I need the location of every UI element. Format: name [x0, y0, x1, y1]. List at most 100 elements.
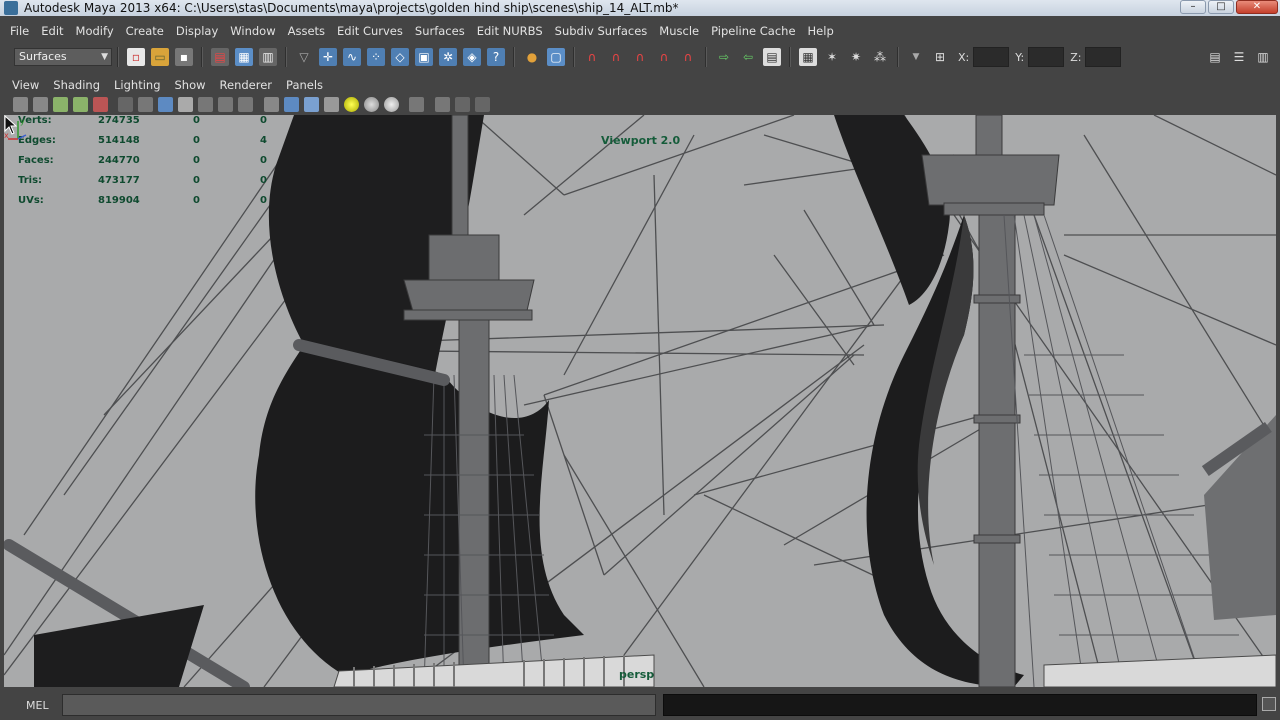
open-scene-icon[interactable]: ▭ [151, 48, 169, 66]
wireframe-icon[interactable] [263, 96, 279, 112]
new-scene-icon[interactable]: ▫ [127, 48, 145, 66]
menu-edit[interactable]: Edit [35, 24, 69, 38]
menu-help[interactable]: Help [802, 24, 840, 38]
help-query-icon[interactable]: ? [487, 48, 505, 66]
toolbar-separator [897, 47, 899, 67]
render-view-icon[interactable]: ▦ [799, 48, 817, 66]
magnet-point-icon[interactable]: ∩ [631, 48, 649, 66]
x-coord-field[interactable] [973, 47, 1010, 67]
hud-selected: 0 [193, 115, 200, 126]
resolution-gate-icon[interactable] [158, 96, 173, 112]
filter-icon[interactable]: ▽ [295, 48, 313, 66]
snap-plane-icon[interactable]: ◇ [391, 48, 409, 66]
gate-mask-icon[interactable] [178, 96, 193, 112]
viewport-persp[interactable]: Verts: 274735 0 0 Edges: 514148 0 4 Face… [4, 115, 1276, 687]
construction-history-icon[interactable]: ▢ [547, 48, 565, 66]
menu-pipeline-cache[interactable]: Pipeline Cache [705, 24, 801, 38]
hud-label: UVs: [18, 195, 44, 206]
bookmarks-icon[interactable] [52, 96, 68, 112]
panel-menu-shading[interactable]: Shading [46, 78, 107, 92]
smooth-shade-icon[interactable] [283, 96, 299, 112]
image-plane-icon[interactable] [72, 96, 88, 112]
close-button[interactable]: ✕ [1236, 0, 1278, 14]
right-upper-sail [834, 115, 950, 305]
z-coord-field[interactable] [1085, 47, 1122, 67]
panel-menu-renderer[interactable]: Renderer [213, 78, 280, 92]
save-scene-icon[interactable]: ▪ [175, 48, 193, 66]
wireframe-on-shaded-icon[interactable] [303, 96, 319, 112]
menu-window[interactable]: Window [224, 24, 281, 38]
two-d-pan-icon[interactable] [92, 96, 108, 112]
use-all-lights-icon[interactable] [343, 96, 359, 112]
maximize-button[interactable]: □ [1208, 0, 1234, 14]
menu-edit-nurbs[interactable]: Edit NURBS [471, 24, 549, 38]
menu-modify[interactable]: Modify [70, 24, 120, 38]
menu-assets[interactable]: Assets [282, 24, 331, 38]
x-coord-label: X: [958, 50, 970, 64]
magnet-live-icon[interactable]: ∩ [679, 48, 697, 66]
select-hierarchy-icon[interactable]: ▤ [211, 48, 229, 66]
shadows-icon[interactable] [363, 96, 379, 112]
textured-icon[interactable] [323, 96, 339, 112]
field-chart-icon[interactable] [198, 96, 213, 112]
panel-menu-view[interactable]: View [5, 78, 46, 92]
chevron-down-icon[interactable]: ▼ [907, 48, 925, 66]
menuset-value: Surfaces [19, 50, 67, 63]
panel-menu-show[interactable]: Show [168, 78, 213, 92]
tool-settings-icon[interactable]: ☰ [1230, 48, 1248, 66]
panel-menu-lighting[interactable]: Lighting [107, 78, 167, 92]
minimize-button[interactable]: – [1180, 0, 1206, 14]
select-object-icon[interactable]: ▦ [235, 48, 253, 66]
safe-title-icon[interactable] [238, 96, 253, 112]
ipr-render-icon[interactable]: ✷ [847, 48, 865, 66]
menu-edit-curves[interactable]: Edit Curves [331, 24, 409, 38]
xray-components-icon[interactable] [474, 96, 490, 112]
menuset-dropdown[interactable]: Surfaces ▼ [14, 48, 112, 66]
magnet-surface-icon[interactable]: ∩ [655, 48, 673, 66]
mel-input[interactable] [62, 694, 656, 716]
snap-view-icon[interactable]: ◈ [463, 48, 481, 66]
safe-action-icon[interactable] [218, 96, 233, 112]
xray-joints-icon[interactable] [454, 96, 470, 112]
screen-space-ao-icon[interactable] [383, 96, 399, 112]
menu-display[interactable]: Display [170, 24, 224, 38]
axis-y-label: y [20, 117, 25, 126]
film-gate-icon[interactable] [138, 96, 153, 112]
isolate-select-icon[interactable] [409, 96, 424, 112]
hud-component: 4 [260, 135, 267, 146]
input-ops-icon[interactable]: ⇨ [715, 48, 733, 66]
render-current-icon[interactable]: ✶ [823, 48, 841, 66]
snap-surface-icon[interactable]: ▣ [415, 48, 433, 66]
camera-attributes-icon[interactable] [32, 96, 48, 112]
y-coord-field[interactable] [1028, 47, 1065, 67]
menu-create[interactable]: Create [120, 24, 170, 38]
menu-surfaces[interactable]: Surfaces [409, 24, 471, 38]
snap-curve-icon[interactable]: ∿ [343, 48, 361, 66]
hud-label: Tris: [18, 175, 43, 186]
lock-icon[interactable]: ● [523, 48, 541, 66]
panel-menubar: View Shading Lighting Show Renderer Pane… [0, 76, 1280, 94]
attribute-editor-icon[interactable]: ▤ [1206, 48, 1224, 66]
snap-point-icon[interactable]: ⁘ [367, 48, 385, 66]
transform-mode-icon[interactable]: ⊞ [931, 48, 949, 66]
menu-subdiv-surfaces[interactable]: Subdiv Surfaces [549, 24, 654, 38]
panel-menu-panels[interactable]: Panels [279, 78, 330, 92]
output-ops-icon[interactable]: ⇦ [739, 48, 757, 66]
menu-muscle[interactable]: Muscle [653, 24, 705, 38]
script-editor-icon[interactable] [1262, 697, 1276, 711]
xray-icon[interactable] [434, 96, 450, 112]
magnet-icon[interactable]: ∩ [583, 48, 601, 66]
select-component-icon[interactable]: ▥ [259, 48, 277, 66]
snap-grid-icon[interactable]: ✛ [319, 48, 337, 66]
grid-icon[interactable] [118, 96, 133, 112]
hud-value: 514148 [98, 135, 140, 146]
render-globals-icon[interactable]: ⁂ [871, 48, 889, 66]
snap-magnet-icon[interactable]: ✲ [439, 48, 457, 66]
channel-box-icon[interactable]: ▥ [1254, 48, 1272, 66]
magnet-curve-icon[interactable]: ∩ [607, 48, 625, 66]
menu-file[interactable]: File [4, 24, 35, 38]
hud-component: 0 [260, 155, 267, 166]
render-settings-icon[interactable]: ▤ [763, 48, 781, 66]
window-title: Autodesk Maya 2013 x64: C:\Users\stas\Do… [24, 1, 679, 15]
select-camera-icon[interactable] [12, 96, 28, 112]
